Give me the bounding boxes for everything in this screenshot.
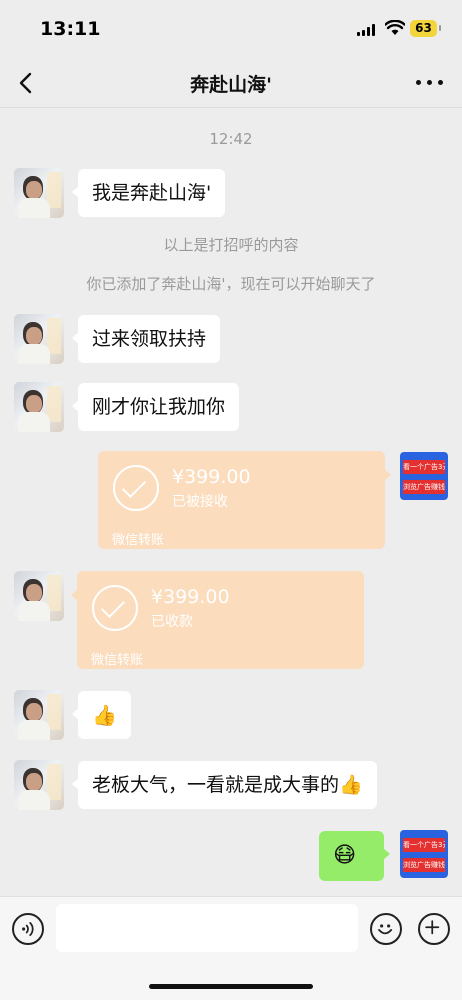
contact-avatar[interactable] xyxy=(14,314,64,364)
avatar-ad-text: 看一个广告3元 xyxy=(403,838,445,852)
more-dot xyxy=(427,80,432,85)
transfer-status: 已被接收 xyxy=(172,494,228,510)
status-time: 13:11 xyxy=(40,18,101,40)
transfer-status: 已收款 xyxy=(151,614,193,630)
transfer-amount: ¥399.00 xyxy=(151,586,230,608)
transfer-check-icon xyxy=(92,585,138,631)
signal-icon xyxy=(357,24,377,36)
nav-bar: 奔赴山海' xyxy=(0,58,462,108)
incoming-message[interactable]: 过来领取扶持 xyxy=(71,315,221,363)
avatar-ad-text: 浏览广告赚钱 xyxy=(403,858,445,872)
plus-icon[interactable] xyxy=(418,913,450,945)
transfer-label: 微信转账 xyxy=(112,533,165,548)
incoming-emoji-message[interactable]: 👍 xyxy=(72,691,131,739)
system-notice-greeting: 以上是打招呼的内容 xyxy=(163,236,299,254)
avatar-ad-text: 看一个广告3元 xyxy=(403,460,445,474)
home-indicator xyxy=(149,984,313,989)
contact-avatar[interactable] xyxy=(14,571,64,621)
more-dot xyxy=(438,80,443,85)
chat-area[interactable]: 12:42 我是奔赴山海' 以上是打招呼的内容 你已添加了奔赴山海'，现在可以开… xyxy=(0,108,462,896)
contact-avatar[interactable] xyxy=(14,690,64,740)
outgoing-emoji-message[interactable]: 😷 xyxy=(319,831,390,881)
more-button[interactable] xyxy=(416,72,444,92)
status-bar: 13:11 63 xyxy=(0,0,462,58)
wifi-icon xyxy=(385,20,405,35)
contact-avatar[interactable] xyxy=(14,168,64,218)
system-notice-added: 你已添加了奔赴山海'，现在可以开始聊天了 xyxy=(86,275,376,293)
self-avatar[interactable]: 看一个广告3元 浏览广告赚钱 xyxy=(400,452,448,500)
more-dot xyxy=(416,80,421,85)
transfer-check-icon xyxy=(113,465,159,511)
message-timestamp: 12:42 xyxy=(209,130,253,148)
emoji-picker-icon[interactable] xyxy=(370,913,402,945)
contact-avatar[interactable] xyxy=(14,760,64,810)
transfer-label: 微信转账 xyxy=(91,653,144,668)
battery-indicator: 63 xyxy=(410,20,441,37)
contact-avatar[interactable] xyxy=(14,382,64,432)
incoming-message[interactable]: 我是奔赴山海' xyxy=(71,169,226,217)
chat-title: 奔赴山海' xyxy=(190,74,272,96)
incoming-message[interactable]: 刚才你让我加你 xyxy=(71,383,240,431)
self-avatar[interactable]: 看一个广告3元 浏览广告赚钱 xyxy=(400,830,448,878)
incoming-message[interactable]: 老板大气，一看就是成大事的👍 xyxy=(72,761,377,809)
voice-input-icon[interactable] xyxy=(12,913,44,945)
avatar-ad-text: 浏览广告赚钱 xyxy=(403,480,445,494)
outgoing-transfer-card[interactable]: ¥399.00 已被接收 微信转账 xyxy=(98,451,391,549)
incoming-transfer-card[interactable]: ¥399.00 已收款 微信转账 xyxy=(71,571,364,669)
message-input[interactable] xyxy=(56,904,358,952)
transfer-amount: ¥399.00 xyxy=(172,466,251,488)
